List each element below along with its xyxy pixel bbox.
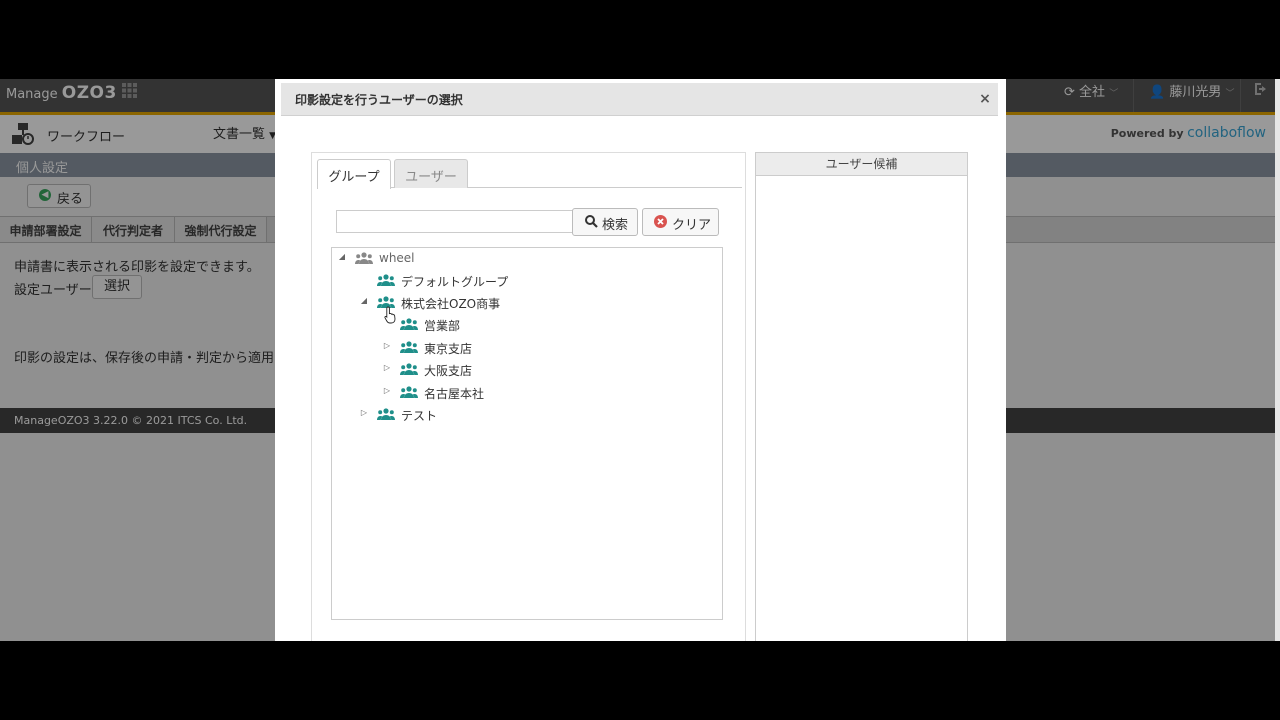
group-teal-icon — [400, 386, 418, 398]
tree-node-label: テスト — [401, 409, 438, 423]
collapsed-toggle-icon[interactable]: ▷ — [382, 386, 392, 398]
mouse-cursor-icon — [384, 306, 396, 324]
collapsed-toggle-icon[interactable]: ▷ — [382, 341, 392, 353]
panel-tabs: グループ ユーザー — [317, 159, 742, 189]
group-gray-icon — [355, 252, 373, 264]
candidate-panel: ユーザー候補 — [755, 152, 968, 641]
expanded-toggle-icon[interactable]: ◢ — [359, 296, 369, 308]
close-icon[interactable]: × — [979, 92, 991, 106]
clear-label: クリア — [672, 218, 712, 233]
group-tree: ◢ wheel デフォルトグループ ◢ 株式会社OZO商事 営業部 ▷ 東京支店 — [331, 247, 723, 620]
group-teal-icon — [377, 274, 395, 286]
candidate-header: ユーザー候補 — [756, 153, 967, 176]
tree-node-label: 営業部 — [424, 319, 461, 333]
group-search-input[interactable] — [336, 210, 574, 233]
tree-node-label: 大阪支店 — [424, 364, 473, 378]
group-teal-icon — [400, 341, 418, 353]
group-teal-icon — [377, 408, 395, 420]
expanded-toggle-icon[interactable]: ◢ — [337, 252, 347, 264]
collapsed-toggle-icon[interactable]: ▷ — [359, 408, 369, 420]
search-label: 検索 — [602, 218, 629, 233]
collapsed-toggle-icon[interactable]: ▷ — [382, 363, 392, 375]
clear-icon — [654, 215, 667, 228]
group-panel: グループ ユーザー 検索 クリア ◢ wheel デフォルトグループ ◢ 株式会… — [311, 152, 746, 641]
clear-button[interactable]: クリア — [642, 208, 719, 236]
tree-node-label: 東京支店 — [424, 342, 473, 356]
dialog-title: 印影設定を行うユーザーの選択 — [295, 93, 463, 107]
tab-group[interactable]: グループ — [317, 159, 391, 189]
tree-node-label: デフォルトグループ — [401, 275, 509, 289]
tree-node-label: wheel — [379, 251, 415, 265]
group-teal-icon — [400, 318, 418, 330]
tree-node-label: 名古屋本社 — [424, 387, 485, 401]
user-select-dialog: 印影設定を行うユーザーの選択 × グループ ユーザー 検索 クリア ◢ whee… — [275, 79, 1006, 641]
tree-node-label: 株式会社OZO商事 — [401, 297, 501, 311]
tab-user-label: ユーザー — [405, 170, 457, 185]
search-icon — [585, 215, 598, 228]
dialog-header: 印影設定を行うユーザーの選択 × — [281, 83, 998, 116]
group-teal-icon — [400, 363, 418, 375]
tab-group-label: グループ — [328, 170, 380, 185]
scrollbar-edge — [1275, 79, 1280, 641]
tab-user[interactable]: ユーザー — [394, 159, 468, 188]
search-button[interactable]: 検索 — [572, 208, 638, 236]
